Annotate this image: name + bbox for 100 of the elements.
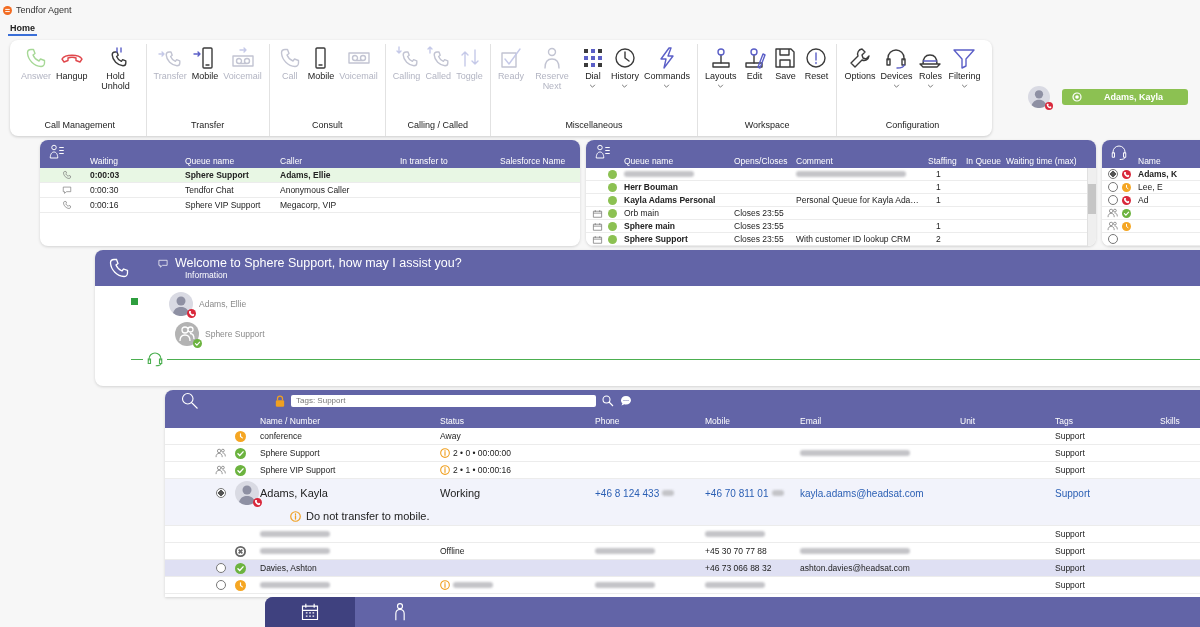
table-cell-text: Personal Queue for Kayla Ada… [796,195,920,205]
table-row[interactable]: Sphere Support 2 • 0 • 00:00:00 Support [165,445,1200,462]
funnel-icon [952,46,977,70]
ribbon-button[interactable]: Reset [801,44,832,84]
column-header: Waiting time (max) [1006,156,1078,166]
table-cell-text: 0:00:16 [90,200,120,210]
table-cell-text: 1 [935,169,942,179]
chat-bubble-icon[interactable] [620,395,632,407]
group-label: Calling / Called [407,119,469,132]
radio-button[interactable] [216,488,226,498]
search-icon [181,392,199,410]
table-cell-text: 2 [935,234,942,244]
ring-icon [1072,92,1082,102]
headset-icon [884,46,909,70]
table-row[interactable]: conference Away Support [165,428,1200,445]
table-row[interactable]: Sphere Support Closes 23:55 With customer ID lookup CRM 2 [586,233,1087,246]
table-cell-text: Adams, Ellie [280,170,332,180]
table-row[interactable]: Support [165,526,1200,543]
table-row[interactable]: 0:00:03 Sphere Support Adams, Ellie [40,168,580,183]
column-header: Status [440,416,466,426]
info-icon [440,580,450,590]
participant-name: Sphere Support [205,329,265,339]
tag-text: Support [1055,448,1085,458]
ribbon-button[interactable]: Save [770,44,801,84]
table-cell: Offline [440,546,465,556]
ribbon-button[interactable]: Mobile [305,44,337,84]
save-icon [773,46,798,70]
group-label: Transfer [191,119,225,132]
call-greeting: Welcome to Sphere Support, how may I assist you? [175,256,462,270]
ribbon-button[interactable]: Mobile [189,44,221,84]
table-row[interactable]: Sphere main Closes 23:55 1 [586,220,1087,233]
search-field[interactable]: Tags: Support [291,395,596,407]
panel-tab[interactable] [265,597,355,627]
table-row[interactable]: Herr Bouman 1 [586,181,1087,194]
column-header: Staffing [928,156,958,166]
tag-text: Support [1055,580,1085,590]
table-row[interactable]: Support [165,577,1200,594]
column-header: Tags [1055,416,1074,426]
ribbon-button[interactable]: Layouts [702,44,739,90]
table-row[interactable]: Adams, Kayla Working +46 8 124 433 +46 70 811 01 kayla.adams@headsat.com Support Do not transfer to mobile. [165,479,1200,526]
queue-stats: 2 • 1 • 00:00:16 [453,465,511,475]
alert-circle-icon [804,46,829,70]
ribbon-tab[interactable]: Home [8,23,37,36]
ribbon-button[interactable]: Devices [878,44,915,90]
table-row[interactable]: Offline +45 30 70 77 88 Support [165,543,1200,560]
group-label: Miscellaneous [565,119,623,132]
column-header: Caller [280,156,304,166]
phone-icon [62,200,72,210]
headset-icon [145,350,165,368]
status-dot-icon [608,234,617,244]
connection-line [131,358,143,360]
ribbon-button[interactable]: Options [842,44,878,84]
table-row[interactable]: Sphere VIP Support 2 • 1 • 00:00:16 Support [165,462,1200,479]
table-cell-text: Ad [1138,195,1150,205]
scrollbar[interactable] [1087,168,1096,246]
mobile-number: +45 30 70 77 88 [705,546,767,556]
radio-button[interactable] [1108,195,1118,205]
group-label: Workspace [744,119,790,132]
radio-button[interactable] [1108,234,1118,244]
column-header: In transfer to [400,156,449,166]
queue-stats: 2 • 0 • 00:00:00 [453,448,511,458]
ribbon-button[interactable]: Edit [739,44,770,84]
table-row[interactable]: Davies, Ashton +46 73 066 88 32 ashton.davies@headsat.com Support [165,560,1200,577]
ribbon-button[interactable]: Hold Unhold [90,44,141,94]
ribbon-button[interactable]: Commands [641,44,692,90]
people-icon [215,465,226,475]
column-header: Comment [796,156,834,166]
ribbon-button[interactable]: Roles [915,44,946,90]
table-cell-text: 0:00:03 [90,170,121,180]
table-row[interactable]: 0:00:30 Tendfor Chat Anonymous Caller [40,183,580,198]
table-cell-text: 1 [935,195,942,205]
table-cell-text: With customer ID lookup CRM [796,234,912,244]
phone-icon [107,256,131,280]
call-subtitle: Information [184,270,229,280]
mobile-number: +46 73 066 88 32 [705,563,772,573]
ribbon-button[interactable]: Hangup [54,44,90,84]
status-dot-icon [608,208,617,218]
table-row[interactable]: 0:00:16 Sphere VIP Support Megacorp, VIP [40,198,580,213]
ribbon-button[interactable]: Filtering [946,44,983,90]
column-header: Mobile [705,416,732,426]
column-header: Name / Number [260,416,321,426]
status-dot-icon [608,221,617,231]
voicemail-arrow-icon [230,46,255,70]
table-row[interactable]: Orb main Closes 23:55 [586,207,1087,220]
status-dot-icon [608,169,617,179]
participant-name: Adams, Ellie [199,299,247,309]
table-row[interactable]: 1 [586,168,1087,181]
search-icon[interactable] [602,395,614,407]
avatar-icon [1028,86,1050,108]
table-cell-text: Herr Bouman [624,182,679,192]
radio-button[interactable] [1108,182,1118,192]
table-row[interactable]: Kayla Adams Personal Personal Queue for Kayla Ada… 1 [586,194,1087,207]
radio-button[interactable] [216,580,226,590]
column-header: Salesforce Name [500,156,567,166]
column-header: Skills [1160,416,1181,426]
group-label: Configuration [885,119,940,132]
radio-button[interactable] [216,563,226,573]
radio-button[interactable] [1108,169,1118,179]
ribbon-button[interactable]: History [608,44,641,90]
ribbon-button[interactable]: Dial [577,44,608,90]
